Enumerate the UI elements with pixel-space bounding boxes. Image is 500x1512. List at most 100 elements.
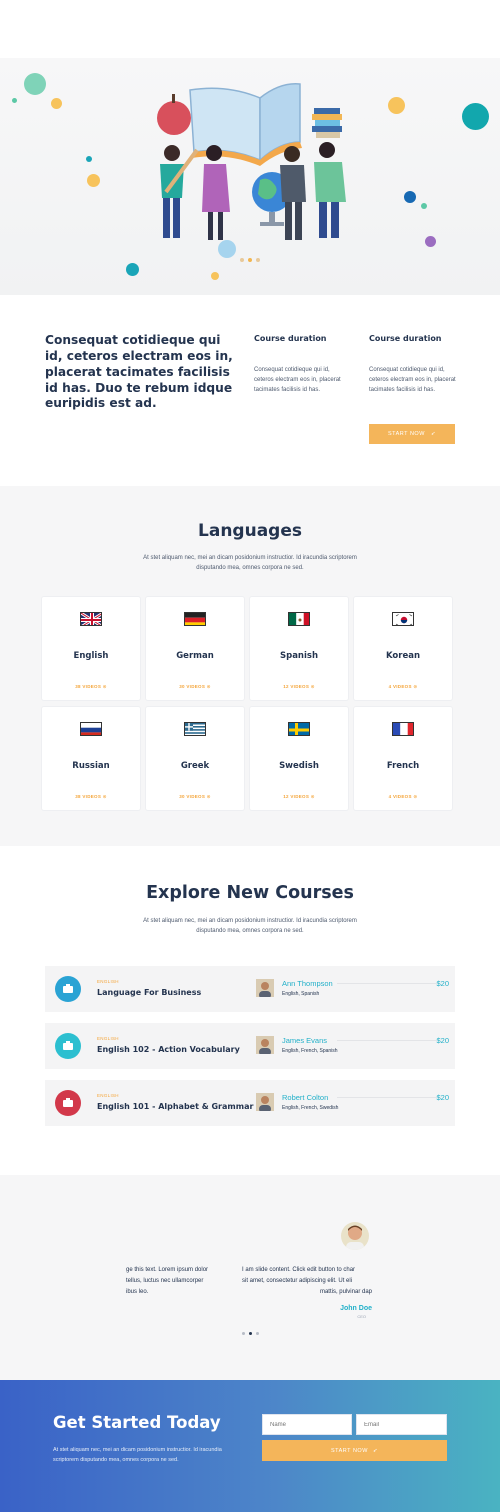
course-category: ENGLISH bbox=[97, 1093, 119, 1098]
slider-dot[interactable] bbox=[256, 1332, 259, 1335]
cta-title: Get Started Today bbox=[53, 1413, 221, 1432]
decor-dot bbox=[12, 98, 17, 103]
decor-dot bbox=[24, 73, 46, 95]
play-circle-icon: ⊙ bbox=[310, 684, 315, 689]
sweden-flag-icon bbox=[288, 722, 310, 736]
language-card[interactable]: German 30 VIDEOS ⊙ bbox=[146, 597, 244, 700]
name-input[interactable] bbox=[262, 1414, 352, 1435]
slider-dot[interactable] bbox=[256, 258, 260, 262]
language-card[interactable]: Russian 38 VIDEOS ⊙ bbox=[42, 707, 140, 810]
language-card[interactable]: Korean 4 VIDEOS ⊙ bbox=[354, 597, 452, 700]
video-count: 30 VIDEOS ⊙ bbox=[146, 684, 244, 690]
language-name: Russian bbox=[72, 761, 110, 771]
course-languages: English, French, Spanish bbox=[282, 1048, 338, 1054]
section-title: Languages bbox=[198, 521, 302, 541]
apple-icon bbox=[55, 1090, 81, 1116]
language-name: Korean bbox=[385, 651, 421, 661]
testimonial-line: mattis, pulvinar dap bbox=[319, 1288, 372, 1295]
play-circle-icon: ⊙ bbox=[413, 794, 418, 799]
testimonials-section: ge this text. Lorem ipsum dolor tellus, … bbox=[0, 1175, 500, 1380]
decor-dot bbox=[462, 103, 489, 130]
courses-title: Explore New Courses bbox=[146, 883, 354, 903]
language-name: English bbox=[73, 651, 109, 661]
testimonial-line: I am slide content. Click edit button to… bbox=[242, 1267, 356, 1273]
divider bbox=[337, 1097, 437, 1098]
info-column-1: Course duration Consequat cotidieque qui… bbox=[254, 334, 344, 396]
course-price: $20 bbox=[436, 1036, 449, 1045]
video-count-label: 30 VIDEOS bbox=[179, 684, 206, 689]
video-count-label: 30 VIDEOS bbox=[179, 794, 206, 799]
decor-dot bbox=[421, 203, 427, 209]
course-category: ENGLISH bbox=[97, 979, 119, 984]
section-description: At stet aliquam nec, mei an dicam posido… bbox=[143, 555, 357, 572]
language-card[interactable]: English 38 VIDEOS ⊙ bbox=[42, 597, 140, 700]
course-row[interactable]: ENGLISH Language For Business Ann Thompson… bbox=[45, 966, 455, 1012]
column-title: Course duration bbox=[369, 334, 442, 343]
teacher-name[interactable]: Ann Thompson bbox=[282, 979, 333, 988]
slider-dot-active[interactable] bbox=[249, 1332, 252, 1335]
intro-headline: Consequat cotidieque qui id, ceteros ele… bbox=[45, 333, 233, 411]
info-column-2: Course duration Consequat cotidieque qui… bbox=[369, 334, 459, 396]
video-count-label: 38 VIDEOS bbox=[75, 794, 102, 799]
language-card[interactable]: Swedish 12 VIDEOS ⊙ bbox=[250, 707, 348, 810]
language-card[interactable]: Spanish 12 VIDEOS ⊙ bbox=[250, 597, 348, 700]
testimonial-line: tellus, luctus nec ullamcorper bbox=[126, 1277, 204, 1284]
teacher-avatar bbox=[256, 1036, 274, 1054]
testimonial-line: ge this text. Lorem ipsum dolor bbox=[126, 1267, 209, 1273]
language-name: Spanish bbox=[279, 651, 319, 661]
course-price: $20 bbox=[436, 1093, 449, 1102]
teacher-avatar bbox=[256, 1093, 274, 1111]
author-avatar bbox=[341, 1222, 369, 1250]
languages-section: Languages At stet aliquam nec, mei an di… bbox=[0, 486, 500, 846]
slider-dot-active[interactable] bbox=[248, 258, 252, 262]
play-circle-icon: ⊙ bbox=[206, 684, 211, 689]
decor-dot bbox=[86, 156, 92, 162]
language-card[interactable]: Greek 30 VIDEOS ⊙ bbox=[146, 707, 244, 810]
video-count-label: 12 VIDEOS bbox=[283, 684, 310, 689]
slider-dot[interactable] bbox=[242, 1332, 245, 1335]
germany-flag-icon bbox=[184, 612, 206, 626]
decor-dot bbox=[404, 191, 416, 203]
course-row[interactable]: ENGLISH English 101 - Alphabet & Grammar R… bbox=[45, 1080, 455, 1126]
column-text: Consequat cotidieque qui id, ceteros ele… bbox=[254, 367, 341, 394]
video-count: 12 VIDEOS ⊙ bbox=[250, 794, 348, 800]
course-name[interactable]: Language For Business bbox=[97, 988, 201, 997]
rocket-icon: ➶ bbox=[372, 1447, 378, 1454]
get-started-section: Get Started Today At stet aliquam nec, m… bbox=[0, 1380, 500, 1512]
decor-dot bbox=[51, 98, 62, 109]
testimonial-right: I am slide content. Click edit button to… bbox=[242, 1265, 372, 1297]
email-input[interactable] bbox=[356, 1414, 447, 1435]
course-price: $20 bbox=[436, 979, 449, 988]
language-name: German bbox=[176, 651, 214, 661]
testimonial-dots[interactable] bbox=[242, 1332, 259, 1335]
course-row[interactable]: ENGLISH English 102 - Action Vocabulary Ja… bbox=[45, 1023, 455, 1069]
hero-slider-dots[interactable] bbox=[240, 258, 260, 262]
hero-banner bbox=[0, 58, 500, 295]
start-now-button[interactable]: START NOW ➶ bbox=[369, 424, 455, 444]
language-name: Swedish bbox=[279, 761, 319, 771]
author-name: John Doe bbox=[340, 1305, 372, 1312]
cta-start-button[interactable]: START NOW ➶ bbox=[262, 1440, 447, 1461]
courses-description: At stet aliquam nec, mei an dicam posido… bbox=[143, 918, 357, 935]
course-languages: English, Spanish bbox=[282, 991, 320, 997]
video-count: 4 VIDEOS ⊙ bbox=[354, 684, 452, 690]
korea-flag-icon bbox=[392, 612, 414, 626]
decor-dot bbox=[126, 263, 139, 276]
column-title: Course duration bbox=[254, 334, 327, 343]
slider-dot[interactable] bbox=[240, 258, 244, 262]
play-circle-icon: ⊙ bbox=[413, 684, 418, 689]
course-category: ENGLISH bbox=[97, 1036, 119, 1041]
teacher-name[interactable]: James Evans bbox=[282, 1036, 327, 1045]
video-count: 30 VIDEOS ⊙ bbox=[146, 794, 244, 800]
course-name[interactable]: English 101 - Alphabet & Grammar bbox=[97, 1102, 253, 1111]
author-role: CEO bbox=[357, 1314, 366, 1319]
language-card[interactable]: French 4 VIDEOS ⊙ bbox=[354, 707, 452, 810]
russia-flag-icon bbox=[80, 722, 102, 736]
person-icon bbox=[346, 1225, 364, 1250]
button-label: START NOW bbox=[331, 1447, 368, 1454]
column-text: Consequat cotidieque qui id, ceteros ele… bbox=[369, 367, 456, 394]
teacher-name[interactable]: Robert Colton bbox=[282, 1093, 328, 1102]
video-count-label: 12 VIDEOS bbox=[283, 794, 310, 799]
course-name[interactable]: English 102 - Action Vocabulary bbox=[97, 1045, 240, 1054]
video-count: 38 VIDEOS ⊙ bbox=[42, 794, 140, 800]
